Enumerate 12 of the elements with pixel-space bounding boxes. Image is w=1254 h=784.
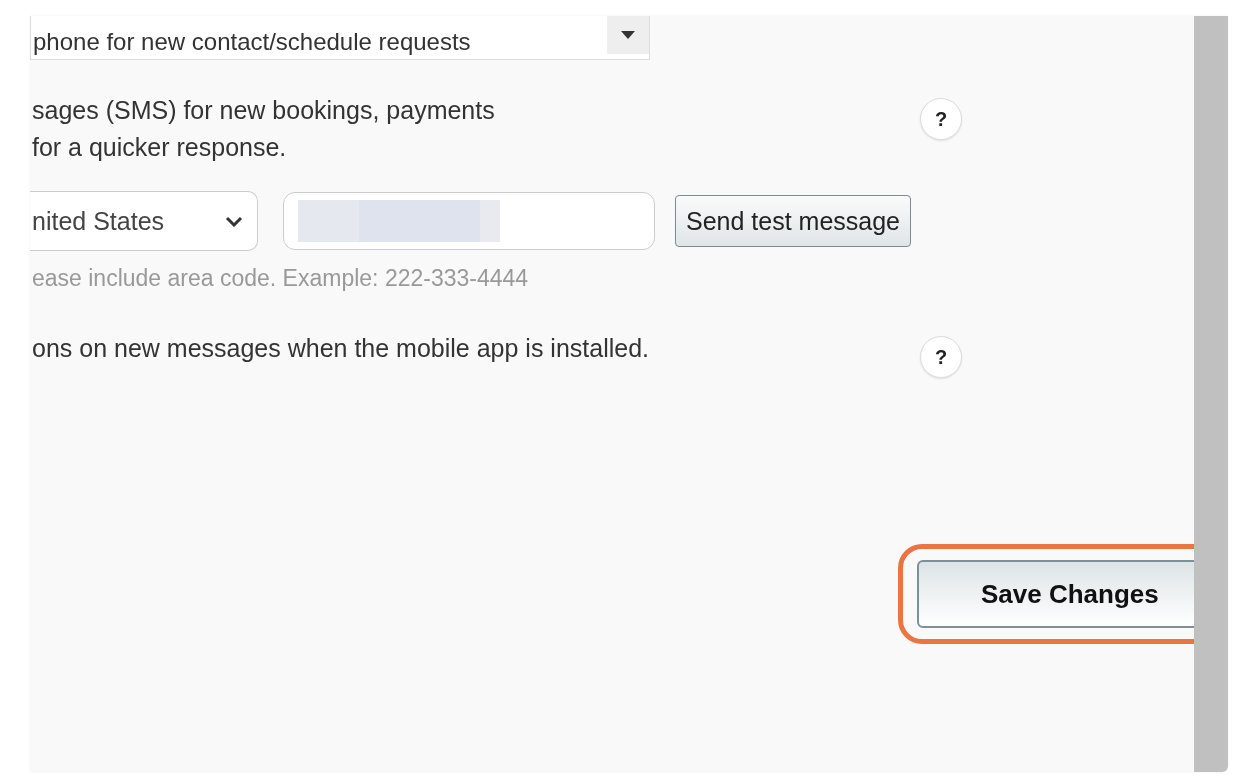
push-description: ons on new messages when the mobile app is installed. [31, 333, 650, 364]
scrollbar[interactable] [1194, 16, 1228, 772]
send-test-button[interactable]: Send test message [675, 195, 911, 247]
sms-description: sages (SMS) for new bookings, payments for a quicker response. [31, 95, 495, 163]
help-icon[interactable]: ? [920, 336, 962, 378]
phone-field[interactable] [283, 192, 655, 250]
help-icon[interactable]: ? [920, 98, 962, 140]
notification-select[interactable]: phone for new contact/schedule requests [30, 16, 650, 60]
chevron-down-icon [225, 215, 243, 227]
country-select[interactable]: nited States [30, 191, 258, 251]
phone-hint: ease include area code. Example: 222-333-4444 [32, 265, 530, 292]
save-button[interactable]: Save Changes [917, 560, 1194, 628]
